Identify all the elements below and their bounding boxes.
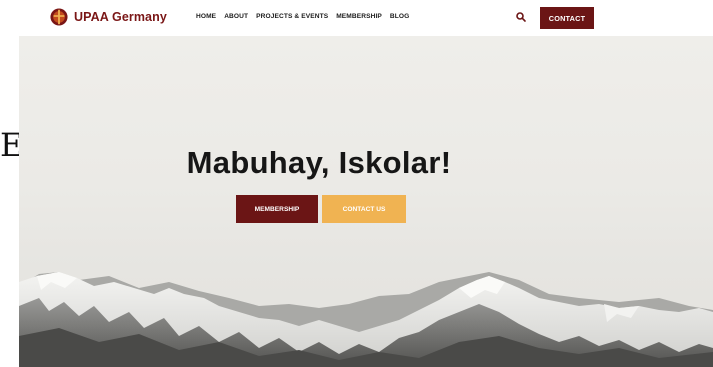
site-header: UPAA Germany HOME ABOUT PROJECTS & EVENT… xyxy=(0,0,713,36)
search-icon[interactable] xyxy=(515,11,527,23)
contact-us-button[interactable]: CONTACT US xyxy=(322,195,406,223)
hero-headline: Mabuhay, Iskolar! xyxy=(186,145,452,180)
upaa-seal-icon xyxy=(50,8,68,26)
brand-logo[interactable]: UPAA Germany xyxy=(50,8,167,26)
nav-membership[interactable]: MEMBERSHIP xyxy=(336,13,382,20)
brand-name: UPAA Germany xyxy=(74,10,167,24)
nav-about[interactable]: ABOUT xyxy=(224,13,248,20)
contact-button[interactable]: CONTACT xyxy=(540,7,594,29)
hero-section: Mabuhay, Iskolar! MEMBERSHIP CONTACT US xyxy=(19,36,713,367)
nav-projects-events[interactable]: PROJECTS & EVENTS xyxy=(256,13,328,20)
nav-home[interactable]: HOME xyxy=(196,13,216,20)
membership-button[interactable]: MEMBERSHIP xyxy=(236,195,318,223)
nav-blog[interactable]: BLOG xyxy=(390,13,409,20)
main-nav: HOME ABOUT PROJECTS & EVENTS MEMBERSHIP … xyxy=(196,13,409,20)
